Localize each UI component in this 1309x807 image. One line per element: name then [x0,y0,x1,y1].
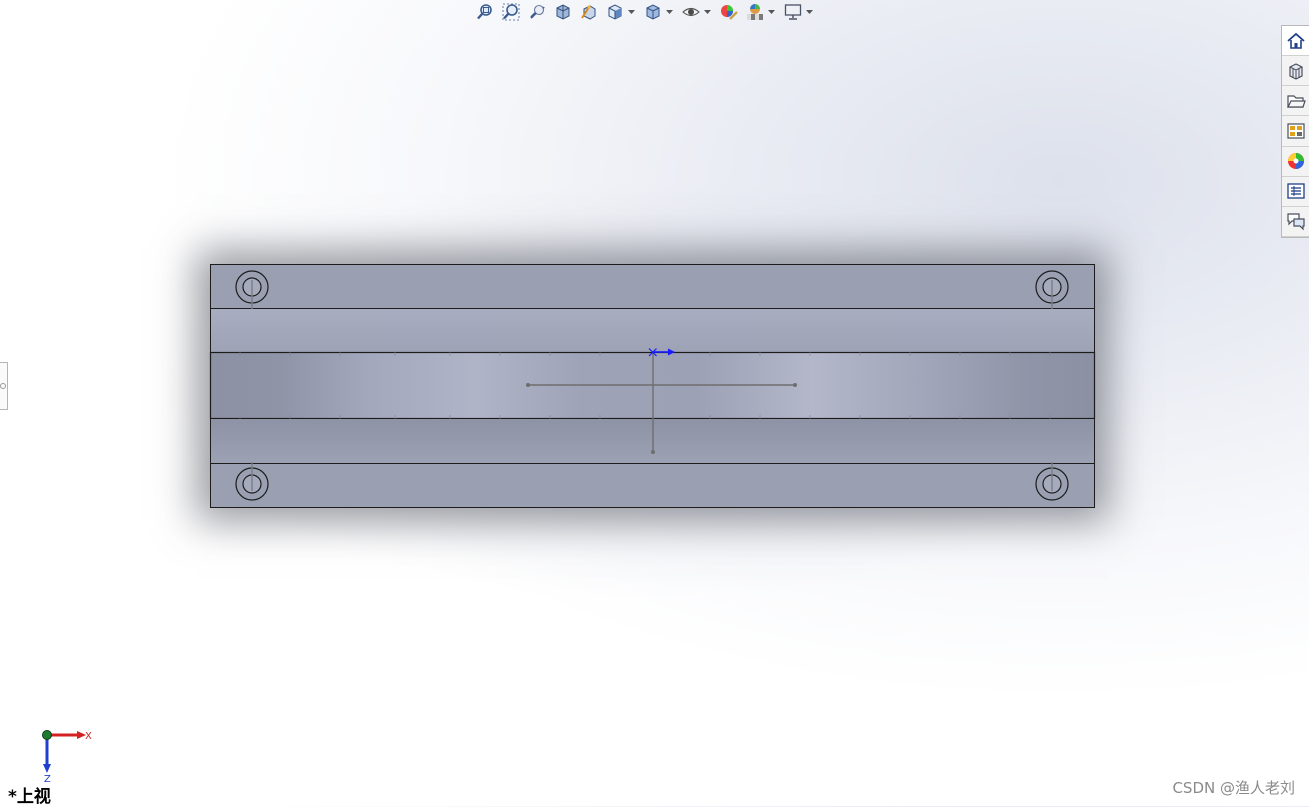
reference-triad[interactable]: X Z [30,725,100,785]
upper-step-face[interactable] [210,308,1095,353]
triad-x-label: X [85,731,92,742]
part-model-view[interactable] [0,0,1309,806]
view-orientation-label: *上视 [8,787,51,807]
bottom-flange-face[interactable] [210,463,1095,508]
top-flange-face[interactable] [210,264,1095,309]
watermark: CSDN @渔人老刘 [1172,779,1295,797]
